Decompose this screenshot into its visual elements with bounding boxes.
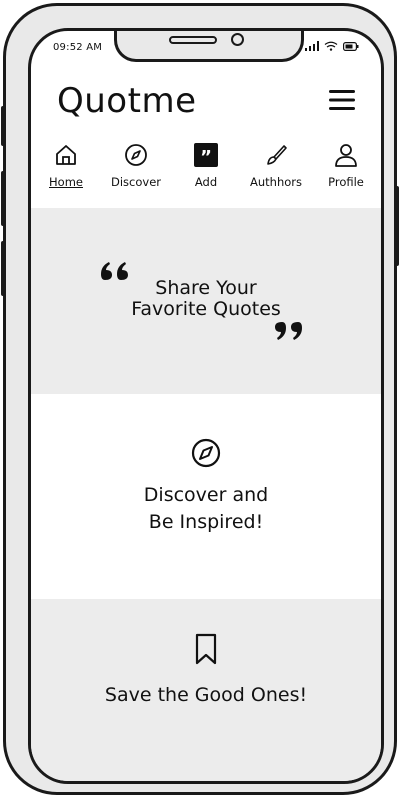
nav-home-label: Home [49, 175, 83, 189]
bookmark-icon [195, 633, 217, 665]
nav-discover-label: Discover [110, 175, 161, 189]
mute-switch [1, 106, 5, 146]
notch [114, 31, 304, 62]
nav-home[interactable]: Home [31, 143, 101, 203]
status-icons [305, 41, 359, 51]
hero-text: Share Your Favorite Quotes [31, 278, 381, 320]
wifi-icon [324, 41, 338, 51]
bottom-nav: Home Discover ” Add Authhors Profile [31, 143, 381, 203]
phone-frame: 09:52 AM Quotme Home Discover ” Add Auth… [1, 3, 399, 795]
save-section: Save the Good Ones! [31, 599, 381, 781]
app-title: Quotme [57, 81, 197, 121]
signal-icon [305, 41, 319, 51]
compass-icon [191, 438, 221, 468]
nav-authors[interactable]: Authhors [241, 143, 311, 203]
save-text: Save the Good Ones! [104, 684, 308, 706]
volume-up-button [1, 171, 5, 226]
svg-text:”: ” [200, 147, 212, 167]
battery-icon [343, 41, 359, 51]
nav-profile-label: Profile [328, 175, 364, 189]
nav-profile[interactable]: Profile [311, 143, 381, 203]
hero-section: Share Your Favorite Quotes [31, 208, 381, 394]
nav-add[interactable]: ” Add [171, 143, 241, 203]
home-icon [56, 145, 76, 165]
discover-section: Discover and Be Inspired! [31, 394, 381, 599]
user-icon [335, 144, 357, 167]
status-time: 09:52 AM [53, 42, 103, 53]
discover-text: Discover and Be Inspired! [31, 482, 381, 536]
nav-add-label: Add [194, 175, 218, 189]
screen: 09:52 AM Quotme Home Discover ” Add Auth… [28, 28, 384, 784]
hero-line-1: Share Your [155, 277, 257, 299]
volume-down-button [1, 241, 5, 296]
open-quote-icon [101, 262, 128, 280]
discover-line-1: Discover and [143, 484, 269, 506]
hamburger-menu-icon[interactable] [329, 89, 355, 111]
speaker [169, 36, 217, 44]
pen-icon [267, 145, 287, 165]
close-quote-icon [275, 322, 302, 340]
discover-line-2: Be Inspired! [148, 511, 264, 533]
hero-line-2: Favorite Quotes [131, 298, 281, 320]
nav-authors-label: Authhors [250, 175, 302, 189]
quote-icon: ” [194, 143, 218, 167]
camera [231, 33, 244, 46]
power-button [395, 186, 399, 266]
nav-discover[interactable]: Discover [101, 143, 171, 203]
compass-icon [125, 144, 147, 166]
